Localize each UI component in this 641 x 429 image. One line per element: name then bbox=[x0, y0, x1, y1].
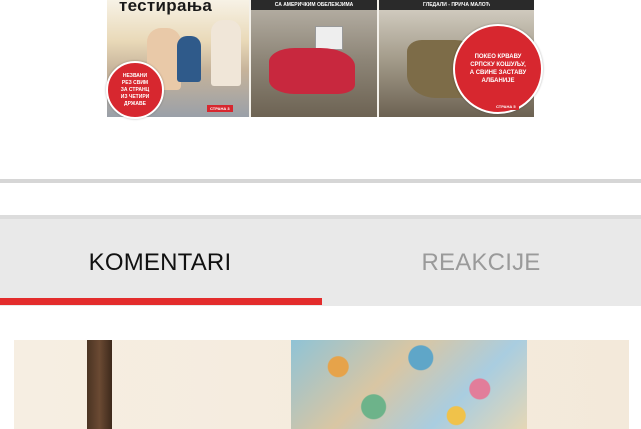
badge-line: ПОКЕО КРВАВУ bbox=[474, 54, 522, 60]
photo-flag bbox=[269, 48, 355, 94]
red-badge-left: НЕЗВАНИ РЕЗ СВИМ ЗА СТРАНЦ ИЗ ЧЕТИРИ ДРЖ… bbox=[106, 61, 164, 119]
badge-line: СРПСКУ КОШУЉУ, bbox=[470, 62, 526, 68]
photo-figure bbox=[177, 36, 201, 82]
newspaper-front-page-image[interactable]: тестирања СА АМЕРИЧКИМ ОБЕЛЕЖЈИМА ГЛЕДАЛ… bbox=[106, 0, 543, 119]
newspaper-panel-flag: СА АМЕРИЧКИМ ОБЕЛЕЖЈИМА bbox=[251, 0, 377, 117]
red-badge-right: ПОКЕО КРВАВУ СРПСКУ КОШУЉУ, А СВИНЕ ЗАСТ… bbox=[453, 24, 543, 114]
badge-line: ИЗ ЧЕТИРИ bbox=[120, 93, 150, 100]
panel-banner: ГЛЕДАЛИ - ПРИЧА МАЛОЋ bbox=[379, 0, 534, 10]
tab-comments[interactable]: KOMENTARI bbox=[0, 219, 320, 306]
badge-line: А СВИНЕ ЗАСТАВУ bbox=[469, 70, 527, 76]
badge-line: АЛБАНИЈЕ bbox=[481, 78, 515, 84]
page-tag: СТРАНА 5 bbox=[493, 103, 519, 110]
photo-wooden-pole bbox=[87, 340, 112, 429]
page-tag: СТРАНА 3 bbox=[207, 105, 233, 112]
photo-painting bbox=[291, 340, 527, 429]
active-tab-indicator bbox=[0, 298, 322, 305]
photo-figure bbox=[211, 20, 241, 86]
section-divider bbox=[0, 179, 641, 183]
panel-banner: СА АМЕРИЧКИМ ОБЕЛЕЖЈИМА bbox=[251, 0, 377, 10]
badge-line: ЗА СТРАНЦ bbox=[120, 86, 150, 93]
badge-line: НЕЗВАНИ bbox=[122, 72, 148, 79]
comment-attached-image[interactable] bbox=[14, 340, 629, 429]
photo-sign bbox=[315, 26, 343, 50]
badge-line: ДРЖАВЕ bbox=[124, 100, 146, 107]
newspaper-headline: тестирања bbox=[119, 0, 213, 15]
comments-reactions-tabbar: KOMENTARI REAKCIJE bbox=[0, 219, 641, 306]
tab-reactions[interactable]: REAKCIJE bbox=[321, 219, 641, 306]
badge-line: РЕЗ СВИМ bbox=[121, 79, 149, 86]
